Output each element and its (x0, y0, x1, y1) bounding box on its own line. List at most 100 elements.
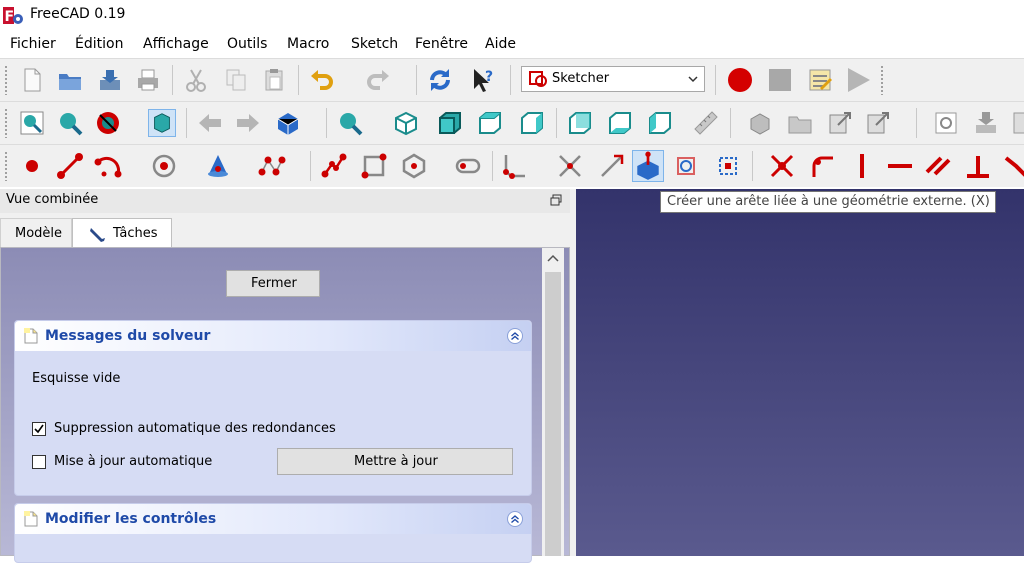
menu-aide[interactable]: Aide (485, 36, 516, 52)
float-panel-icon[interactable] (550, 194, 562, 206)
external-geometry-icon[interactable] (632, 150, 664, 182)
workbench-selector[interactable]: Sketcher (521, 66, 705, 92)
macro-stop-icon[interactable] (766, 66, 794, 94)
front-view-icon[interactable] (436, 109, 464, 137)
task-panel-scrollbar[interactable] (542, 248, 564, 556)
menu-fichier[interactable]: Fichier (10, 36, 56, 52)
constrain-perpendicular-icon[interactable] (964, 152, 992, 180)
extend-edge-icon[interactable] (598, 152, 626, 180)
svg-text:?: ? (485, 69, 493, 85)
document-icon (24, 328, 38, 344)
create-arc-icon[interactable] (94, 152, 122, 180)
create-polygon-icon[interactable] (400, 152, 428, 180)
toolbar-separator (186, 108, 187, 138)
auto-remove-redundants-checkbox[interactable] (32, 422, 46, 436)
undo-icon[interactable] (308, 66, 336, 94)
group-icon[interactable] (786, 109, 814, 137)
save-icon[interactable] (96, 66, 124, 94)
whats-this-icon[interactable]: ? (470, 66, 498, 94)
fit-selection-icon[interactable] (56, 109, 84, 137)
collapse-icon[interactable] (507, 328, 523, 344)
create-polyline-icon[interactable] (320, 152, 348, 180)
constrain-horizontal-icon[interactable] (886, 152, 914, 180)
constrain-parallel-icon[interactable] (924, 152, 952, 180)
menu-fenetre[interactable]: Fenêtre (415, 36, 468, 52)
toolbar-handle[interactable] (4, 108, 8, 138)
collapse-icon[interactable] (507, 511, 523, 527)
toolbar-handle[interactable] (880, 65, 884, 95)
cut-icon[interactable] (182, 66, 210, 94)
menu-outils[interactable]: Outils (227, 36, 267, 52)
menu-edition[interactable]: Édition (75, 36, 123, 52)
macro-edit-icon[interactable] (806, 66, 834, 94)
measure-icon[interactable] (692, 109, 720, 137)
create-bspline-icon[interactable] (258, 152, 286, 180)
rear-view-icon[interactable] (566, 109, 594, 137)
constrain-tangent-icon[interactable] (1002, 152, 1024, 180)
toolbar-handle[interactable] (4, 151, 8, 181)
constrain-point-on-object-icon[interactable] (808, 152, 836, 180)
close-button-label: Fermer (251, 276, 297, 291)
refresh-icon[interactable] (426, 66, 454, 94)
toolbar-separator (510, 65, 511, 95)
print-icon[interactable] (134, 66, 162, 94)
trim-edge-icon[interactable] (556, 152, 584, 180)
solver-messages-header[interactable]: Messages du solveur (15, 321, 531, 351)
constrain-coincident-icon[interactable] (768, 152, 796, 180)
fit-all-icon[interactable] (18, 109, 46, 137)
link-actions-icon[interactable] (864, 109, 892, 137)
right-view-icon[interactable] (518, 109, 546, 137)
combo-view-header: Vue combinée (0, 189, 570, 214)
scroll-up-icon[interactable] (542, 248, 564, 270)
macro-play-icon[interactable] (844, 66, 872, 94)
create-point-icon[interactable] (18, 152, 46, 180)
3d-viewport[interactable] (576, 189, 1024, 556)
toolbar-separator (916, 108, 917, 138)
tab-modele[interactable]: Modèle (0, 218, 72, 247)
paste-icon[interactable] (260, 66, 288, 94)
std-views-icon[interactable] (274, 109, 302, 137)
bounding-box-icon[interactable] (148, 109, 176, 137)
create-circle-icon[interactable] (150, 152, 178, 180)
create-line-icon[interactable] (56, 152, 84, 180)
menu-affichage[interactable]: Affichage (143, 36, 209, 52)
menu-sketch[interactable]: Sketch (351, 36, 398, 52)
sketch-view-icon[interactable] (932, 109, 960, 137)
toolbar-handle[interactable] (4, 65, 8, 95)
sketch-import-icon[interactable] (972, 109, 1000, 137)
bottom-view-icon[interactable] (606, 109, 634, 137)
toolbar-separator (326, 108, 327, 138)
create-conic-icon[interactable] (204, 152, 232, 180)
open-folder-icon[interactable] (56, 66, 84, 94)
menu-macro[interactable]: Macro (287, 36, 329, 52)
auto-update-checkbox[interactable] (32, 455, 46, 469)
copy-icon[interactable] (222, 66, 250, 94)
sketch-leave-icon[interactable] (1010, 109, 1024, 137)
isometric-icon[interactable] (392, 109, 420, 137)
back-icon[interactable] (196, 109, 224, 137)
construction-mode-icon[interactable] (714, 152, 742, 180)
zoom-icon[interactable] (336, 109, 364, 137)
carbon-copy-icon[interactable] (672, 152, 700, 180)
new-file-icon[interactable] (18, 66, 46, 94)
create-rectangle-icon[interactable] (360, 152, 388, 180)
update-button[interactable]: Mettre à jour (277, 448, 513, 475)
constrain-vertical-icon[interactable] (848, 152, 876, 180)
close-button[interactable]: Fermer (226, 270, 320, 297)
tab-taches[interactable]: Tâches (72, 218, 172, 247)
window-title: FreeCAD 0.19 (30, 6, 126, 22)
redo-icon[interactable] (364, 66, 392, 94)
forward-icon[interactable] (234, 109, 262, 137)
chevron-down-icon (688, 76, 698, 83)
freecad-logo-icon: F (3, 7, 23, 25)
link-icon[interactable] (826, 109, 854, 137)
create-fillet-icon[interactable] (500, 152, 528, 180)
part-icon[interactable] (746, 109, 774, 137)
scrollbar-thumb[interactable] (545, 272, 561, 556)
left-view-icon[interactable] (646, 109, 674, 137)
draw-style-icon[interactable] (94, 109, 122, 137)
create-slot-icon[interactable] (454, 152, 482, 180)
edit-controls-header[interactable]: Modifier les contrôles (15, 504, 531, 534)
macro-record-icon[interactable] (726, 66, 754, 94)
top-view-icon[interactable] (476, 109, 504, 137)
